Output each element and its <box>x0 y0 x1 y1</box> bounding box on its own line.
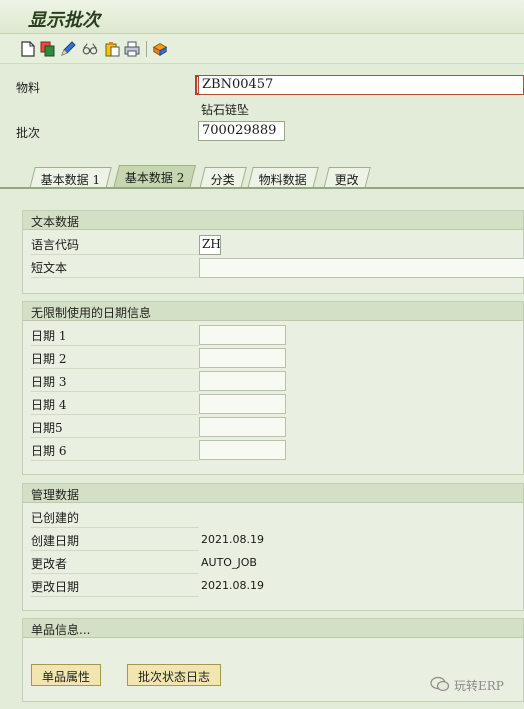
tab-basic-data-1[interactable]: 基本数据 1 <box>29 167 113 189</box>
batch-status-log-button[interactable]: 批次状态日志 <box>127 664 222 686</box>
changed-date-label: 更改日期 <box>31 575 199 597</box>
date-4-field[interactable] <box>199 394 286 414</box>
changed-by-value: AUTO_JOB <box>201 556 257 569</box>
created-label: 已创建的 <box>31 506 199 528</box>
clipboard-icon[interactable] <box>104 41 120 57</box>
material-field[interactable]: ZBN00457 <box>198 75 524 95</box>
admin-data-panel: 管理数据 已创建的 创建日期 2021.08.19 更改者 AUTO_JOB 更… <box>22 483 524 611</box>
tab-underline <box>0 187 524 189</box>
date-1-label: 日期 1 <box>31 324 199 346</box>
date-5-field[interactable] <box>199 417 286 437</box>
toolbar-separator <box>146 41 147 57</box>
admin-data-title: 管理数据 <box>23 484 523 503</box>
date-1-field[interactable] <box>199 325 286 345</box>
text-data-title: 文本数据 <box>23 211 523 230</box>
created-date-label: 创建日期 <box>31 529 199 551</box>
batch-label: 批次 <box>16 126 41 140</box>
title-bar: 显示批次 <box>0 0 524 34</box>
wechat-icon <box>430 676 450 695</box>
display-glasses-icon[interactable] <box>82 41 98 57</box>
application-toolbar <box>0 34 524 64</box>
watermark-text: 玩转ERP <box>454 679 504 693</box>
print-icon[interactable] <box>124 41 140 57</box>
tab-basic-data-2[interactable]: 基本数据 2 <box>113 165 197 189</box>
single-item-attributes-button[interactable]: 单品属性 <box>31 664 102 686</box>
tab-changes[interactable]: 更改 <box>323 167 371 189</box>
changed-date-value: 2021.08.19 <box>201 579 264 592</box>
language-label: 语言代码 <box>31 233 199 255</box>
changed-by-label: 更改者 <box>31 552 199 574</box>
edit-pencil-icon[interactable] <box>60 41 76 57</box>
copy-icon[interactable] <box>40 41 56 57</box>
material-label: 物料 <box>16 81 41 95</box>
new-document-icon[interactable] <box>20 41 36 57</box>
config-icon[interactable] <box>152 41 168 57</box>
tab-classification[interactable]: 分类 <box>199 167 247 189</box>
short-text-field[interactable] <box>199 258 524 278</box>
tab-material-data[interactable]: 物料数据 <box>247 167 319 189</box>
material-description: 钻石链坠 <box>201 103 250 117</box>
tab-strip: 基本数据 1 基本数据 2 分类 物料数据 更改 <box>0 165 524 189</box>
date-3-field[interactable] <box>199 371 286 391</box>
date-2-label: 日期 2 <box>31 347 199 369</box>
date-4-label: 日期 4 <box>31 393 199 415</box>
dates-title: 无限制使用的日期信息 <box>23 302 523 321</box>
created-date-value: 2021.08.19 <box>201 533 264 546</box>
date-2-field[interactable] <box>199 348 286 368</box>
language-field[interactable]: ZH <box>199 235 221 255</box>
window-title: 显示批次 <box>28 10 100 31</box>
short-text-label: 短文本 <box>31 256 199 278</box>
date-6-label: 日期 6 <box>31 439 199 461</box>
watermark: 玩转ERP <box>430 676 504 695</box>
dates-panel: 无限制使用的日期信息 日期 1 日期 2 日期 3 日期 4 日期5 日期 6 <box>22 301 524 475</box>
single-item-title: 单品信息... <box>23 619 523 638</box>
text-data-panel: 文本数据 语言代码 ZH 短文本 <box>22 210 524 294</box>
date-6-field[interactable] <box>199 440 286 460</box>
date-5-label: 日期5 <box>31 416 199 438</box>
date-3-label: 日期 3 <box>31 370 199 392</box>
batch-field[interactable]: 700029889 <box>198 121 285 141</box>
